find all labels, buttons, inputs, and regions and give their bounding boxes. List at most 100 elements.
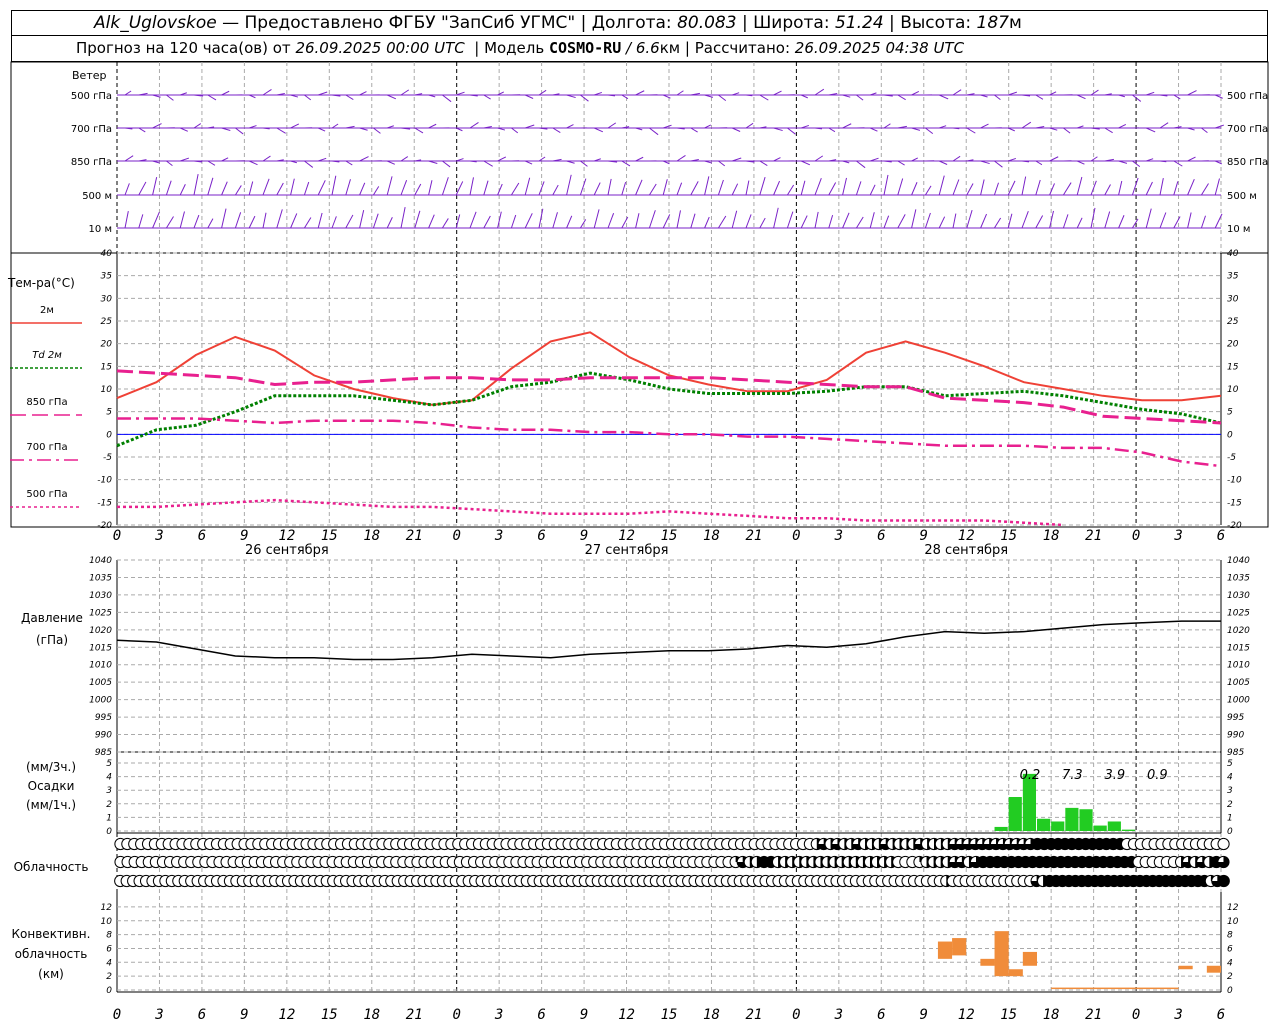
wind-barb	[1090, 89, 1099, 96]
conv-title-2: облачность	[15, 947, 88, 961]
wind-barb	[234, 212, 242, 229]
wind-barb	[1145, 208, 1152, 229]
wind-barb	[676, 210, 681, 229]
wind-barb	[800, 160, 811, 166]
wind-barb	[773, 90, 782, 96]
wind-barb	[938, 216, 946, 229]
temp-time-tick-label: 3	[494, 528, 503, 544]
precip-tick-right: 4	[1227, 773, 1233, 783]
wind-barb	[510, 182, 520, 196]
wind-barb	[676, 90, 684, 96]
wind-barb	[731, 183, 739, 196]
wind-barb	[317, 180, 326, 196]
temp-time-tick-label: 15	[321, 528, 338, 544]
wind-barb	[1063, 127, 1071, 134]
wind-barb	[359, 91, 367, 96]
wind-barb	[1187, 156, 1196, 162]
wind-barb	[428, 180, 433, 196]
bottom-time-tick-label: 18	[1043, 1007, 1060, 1023]
wind-barb	[1201, 127, 1208, 134]
temp-title: Тем-ра(°C)	[7, 276, 75, 290]
wind-barb	[897, 94, 906, 101]
wind-barb	[607, 122, 617, 129]
wind-barb	[1214, 178, 1220, 196]
wind-barb	[552, 184, 559, 196]
temp-time-tick-label: 9	[240, 528, 248, 544]
conv-tick-right: 8	[1227, 931, 1233, 941]
bottom-time-tick-label: 15	[321, 1007, 338, 1023]
wind-barb	[138, 214, 144, 229]
wind-barb	[179, 184, 186, 196]
bottom-time-tick-label: 12	[958, 1007, 975, 1023]
temp-time-tick-label: 0	[113, 528, 121, 544]
wind-level-label-right: 500 гПа	[1227, 91, 1268, 102]
temp-time-tick-label: 21	[1085, 528, 1102, 544]
pressure-tick-right: 1000	[1227, 696, 1250, 706]
wind-barb	[483, 94, 491, 100]
wind-barb	[911, 90, 920, 96]
wind-barb	[883, 174, 889, 196]
wind-barb	[1145, 127, 1156, 133]
bottom-time-tick-label: 12	[618, 1007, 635, 1023]
pressure-tick-left: 1015	[89, 643, 112, 653]
temp-legend-label: Td 2м	[32, 350, 62, 361]
conv-title-1: Конвективн.	[12, 927, 91, 941]
wind-barb	[1214, 94, 1223, 99]
temp-tick-left: 15	[101, 362, 113, 372]
temp-tick-left: 20	[101, 340, 113, 350]
temp-tick-right: 30	[1227, 294, 1239, 304]
wind-barb	[648, 210, 656, 229]
wind-barb	[345, 94, 354, 100]
conv-tick-left: 8	[106, 931, 112, 941]
conv-bar	[952, 938, 967, 956]
wind-barb	[759, 217, 766, 229]
wind-barb	[386, 160, 395, 165]
precip-tick-right: 3	[1227, 786, 1233, 796]
wind-barb	[828, 127, 836, 133]
wind-barb	[345, 160, 353, 166]
bottom-time-tick-label: 3	[1173, 1007, 1182, 1023]
wind-barb	[124, 211, 129, 229]
wind-barb	[497, 156, 507, 162]
wind-barb	[166, 94, 174, 101]
temp-tick-right: -10	[1227, 476, 1242, 486]
cloud-symbol	[1217, 837, 1230, 851]
wind-level-label-left: 10 м	[89, 224, 112, 235]
pressure-tick-right: 1020	[1227, 626, 1250, 636]
temp-time-tick-label: 18	[703, 528, 720, 544]
wind-barb	[662, 179, 668, 196]
wind-barb	[152, 123, 162, 129]
temp-time-tick-label: 12	[958, 528, 975, 544]
wind-barb	[207, 94, 217, 101]
wind-barb	[290, 123, 300, 129]
wind-barb	[911, 182, 918, 196]
temp-tick-right: 40	[1227, 249, 1239, 259]
wind-barb	[1090, 156, 1098, 162]
wind-barb	[993, 182, 999, 196]
bottom-time-tick-label: 6	[198, 1007, 206, 1023]
wind-barb	[621, 94, 629, 100]
wind-barb	[759, 94, 769, 101]
wind-barb	[621, 160, 631, 167]
wind-barb	[303, 217, 312, 229]
wind-barb	[994, 160, 1003, 168]
wind-barb	[1200, 183, 1209, 196]
wind-level-label-left: 850 гПа	[71, 157, 112, 168]
wind-barb	[290, 178, 295, 196]
wind-barb	[276, 127, 286, 134]
temp-time-tick-label: 3	[154, 528, 163, 544]
wind-barb	[262, 178, 270, 196]
wind-barb	[718, 160, 726, 167]
pressure-tick-left: 1005	[89, 678, 112, 688]
temp-time-tick-label: 21	[745, 528, 762, 544]
temp-time-tick-label: 3	[834, 528, 843, 544]
temp-tick-right: 10	[1227, 385, 1239, 395]
wind-barb	[524, 213, 533, 229]
wind-barb	[1090, 207, 1096, 229]
wind-barb	[773, 157, 781, 162]
wind-barb	[497, 183, 503, 196]
wind-barb	[635, 156, 644, 162]
wind-barb	[676, 182, 683, 196]
wind-level-label-right: 10 м	[1227, 224, 1250, 235]
wind-barb	[842, 123, 852, 129]
